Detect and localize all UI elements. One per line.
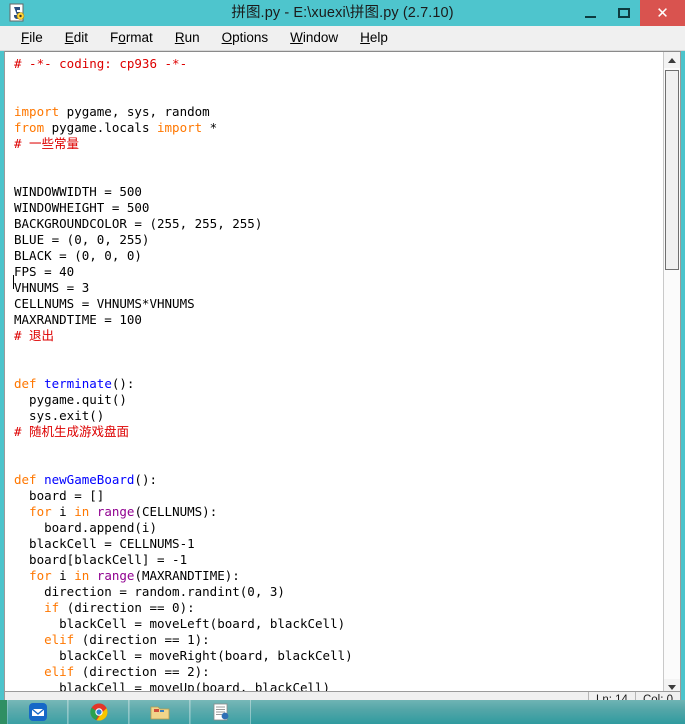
code-text-area[interactable]: # -*- coding: cp936 -*- import pygame, s… [5, 52, 664, 695]
close-icon: ✕ [656, 3, 669, 22]
minimize-icon [585, 15, 596, 18]
editor-frame: # -*- coding: cp936 -*- import pygame, s… [0, 51, 685, 696]
maximize-icon [617, 8, 630, 18]
menu-format[interactable]: Format [99, 26, 164, 50]
source-code: # -*- coding: cp936 -*- import pygame, s… [13, 56, 353, 695]
scrollbar-thumb[interactable] [665, 70, 679, 270]
start-button[interactable] [0, 700, 7, 724]
menu-help[interactable]: Help [349, 26, 399, 50]
menu-options[interactable]: Options [211, 26, 280, 50]
menu-window[interactable]: Window [279, 26, 349, 50]
menu-file[interactable]: File [10, 26, 54, 50]
scroll-down-arrow-icon [668, 684, 676, 690]
document-icon [210, 702, 232, 722]
scroll-up-arrow-icon [668, 57, 676, 63]
maximize-button[interactable] [607, 0, 640, 26]
taskbar-mail-app[interactable] [7, 700, 68, 724]
minimize-button[interactable] [574, 0, 607, 26]
editor-panel: # -*- coding: cp936 -*- import pygame, s… [4, 51, 681, 696]
chrome-icon [88, 702, 110, 722]
menu-edit[interactable]: Edit [54, 26, 99, 50]
taskbar-chrome[interactable] [68, 700, 129, 724]
taskbar-folder[interactable] [129, 700, 190, 724]
menu-bar: File Edit Format Run Options Window Help [0, 26, 685, 51]
folder-icon [149, 702, 171, 722]
close-button[interactable]: ✕ [640, 0, 685, 26]
taskbar [0, 700, 685, 724]
window-controls: ✕ [574, 0, 685, 26]
vertical-scrollbar[interactable] [663, 52, 680, 695]
mail-icon [27, 702, 49, 722]
taskbar-document[interactable] [190, 700, 251, 724]
title-bar: 拼图.py - E:\xuexi\拼图.py (2.7.10) ✕ [0, 0, 685, 26]
idle-editor-window: 拼图.py - E:\xuexi\拼图.py (2.7.10) ✕ File Ed… [0, 0, 685, 724]
scroll-up-button[interactable] [664, 52, 680, 68]
menu-run[interactable]: Run [164, 26, 211, 50]
